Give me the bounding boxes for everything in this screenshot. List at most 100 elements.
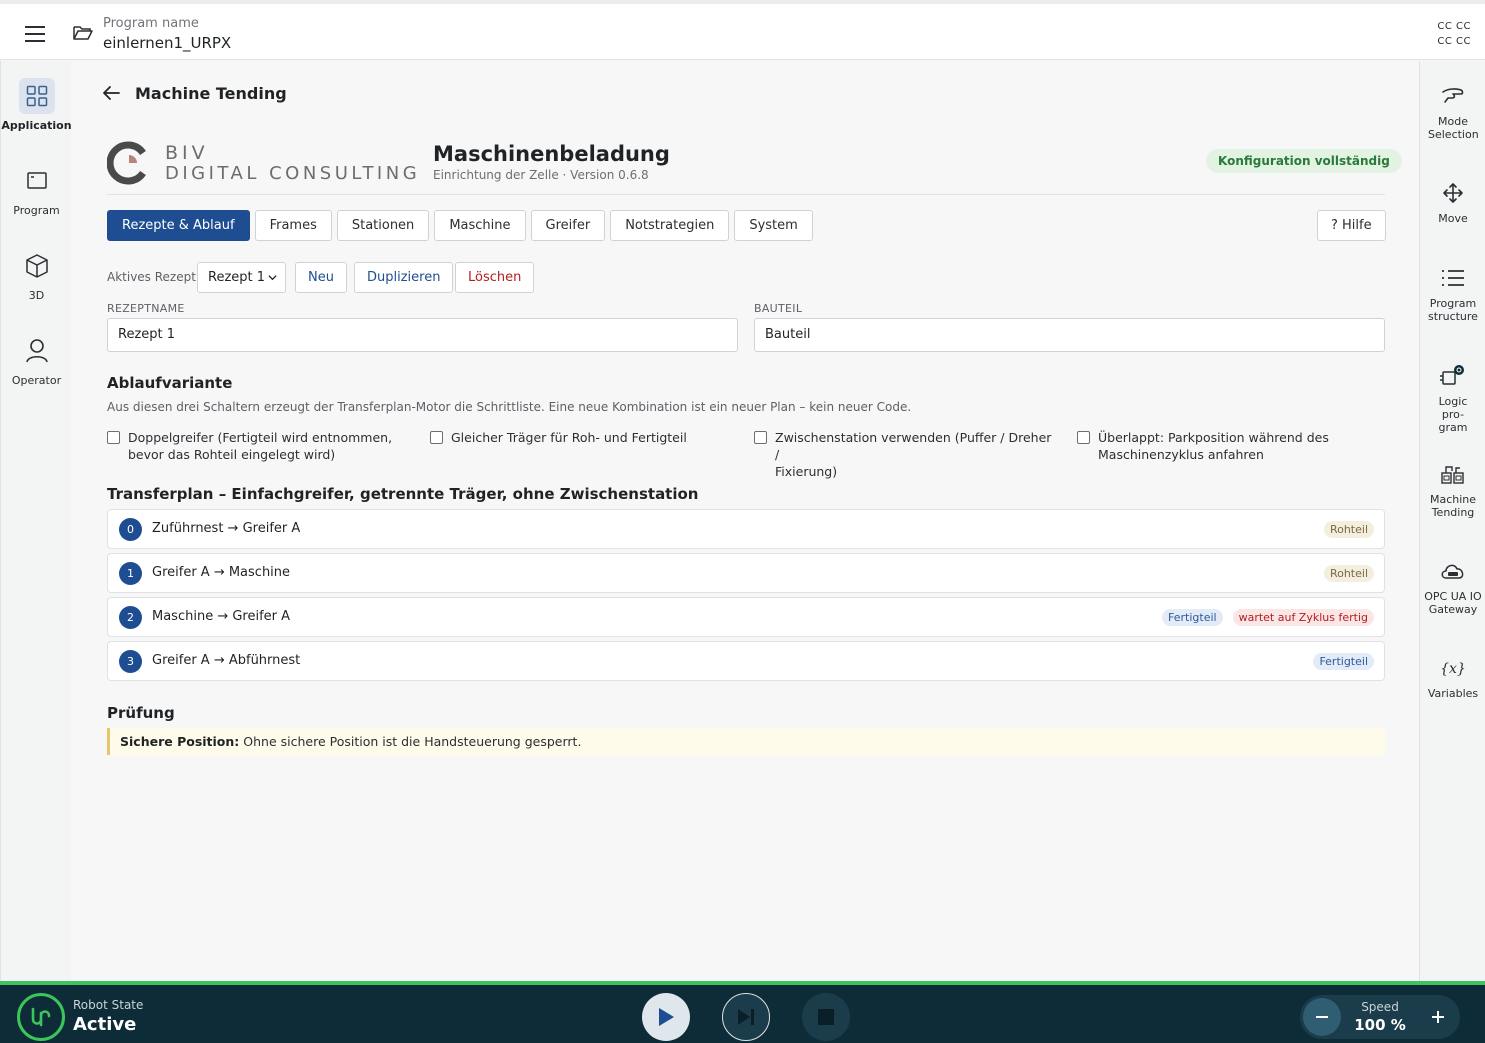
app-title: Maschinenbeladung [433,142,670,166]
recipe-select-value: Rezept 1 [208,270,266,285]
list-icon [1438,263,1468,293]
speed-increase-button[interactable] [1419,998,1457,1036]
checkbox-label: Gleicher Träger für Roh- und Fertigteil [451,430,687,445]
robot-state-label: Robot State [73,998,144,1012]
speed-control: Speed 100 % [1300,995,1460,1039]
nav-application[interactable]: Application [1,78,72,132]
nav-program[interactable]: Program [1,163,72,217]
machine-icon [1438,459,1468,489]
chevron-down-icon [268,275,277,281]
nav-3d[interactable]: 3D [1,248,72,302]
nav-variables[interactable]: {x} Variables [1420,653,1485,700]
new-recipe-button[interactable]: Neu [295,262,347,293]
nav-label: 3D [28,289,45,302]
tab-system[interactable]: System [734,210,813,241]
stop-icon [818,1009,834,1025]
step-number: 0 [119,518,142,541]
recipe-name-input[interactable]: Rezept 1 [107,318,738,352]
back-arrow-icon[interactable] [101,84,121,102]
top-bar: Program name einlernen1_URPX CC CC CC CC [0,0,1485,60]
tab-frames[interactable]: Frames [254,210,332,241]
step-text: Greifer A → Maschine [152,565,291,580]
plan-step: 3 Greifer A → Abführnest Fertigteil [107,641,1385,681]
move-icon [1438,178,1468,208]
checkbox-label: Überlappt: Parkposition während des Masch… [1098,430,1329,462]
nav-label: Mode Selection [1428,115,1479,141]
plan-step: 2 Maschine → Greifer A Fertigteil wartet… [107,597,1385,637]
nav-program-structure[interactable]: Program structure [1420,263,1485,323]
nav-logic-program[interactable]: Logic pro- gram [1420,361,1485,434]
checkbox[interactable] [754,431,767,444]
tag-wait-cycle: wartet auf Zyklus fertig [1232,609,1374,626]
note-text: Ohne sichere Position ist die Handsteuer… [239,734,582,749]
checkbox[interactable] [430,431,443,444]
tab-stationen[interactable]: Stationen [336,210,430,241]
plus-icon [1432,1011,1444,1023]
divider [107,194,1385,195]
stop-button[interactable] [802,993,850,1041]
nav-mode-selection[interactable]: Mode Selection [1420,81,1485,141]
check-note: Sichere Position: Ohne sichere Position … [107,728,1385,755]
corner-status: CC CC CC CC [1437,21,1471,47]
nav-label: Move [1438,212,1468,225]
recipe-select[interactable]: Rezept 1 [197,262,286,293]
menu-icon[interactable] [25,26,45,42]
nav-operator[interactable]: Operator [1,333,72,387]
bottom-bar: Robot State Active Speed 100 % [0,985,1485,1043]
play-button[interactable] [642,993,690,1041]
nav-opc-ua-gateway[interactable]: OPC UA IO Gateway [1420,556,1485,616]
window-icon [19,163,55,199]
check-title: Prüfung [107,704,175,722]
logic-icon [1438,361,1468,391]
nav-move[interactable]: Move [1420,178,1485,225]
hand-icon [1438,81,1468,111]
ur-logo-icon [17,993,65,1041]
checkbox[interactable] [1077,431,1090,444]
play-icon [659,1008,674,1026]
part-input[interactable]: Bauteil [754,318,1385,352]
step-button[interactable] [722,993,770,1041]
help-button[interactable]: ? Hilfe [1317,210,1386,241]
tab-bar: Rezepte & Ablauf Frames Stationen Maschi… [107,210,813,241]
program-name[interactable]: einlernen1_URPX [103,34,231,52]
delete-recipe-button[interactable]: Löschen [455,262,535,293]
checkbox[interactable] [107,431,120,444]
recipe-name-label: REZEPTNAME [107,302,185,315]
variables-icon: {x} [1438,653,1468,683]
checkbox-label: Zwischenstation verwenden (Puffer / Dreh… [775,430,1052,479]
grid-icon [18,78,55,114]
option-same-carrier[interactable]: Gleicher Träger für Roh- und Fertigteil [430,429,730,446]
main-panel: Machine Tending BIV DIGITAL CONSULTING M… [71,61,1419,981]
option-intermediate-station[interactable]: Zwischenstation verwenden (Puffer / Dreh… [754,429,1054,480]
active-recipe-label: Aktives Rezept [107,270,196,284]
biv-logo-mark-icon [106,141,146,185]
step-text: Maschine → Greifer A [152,609,291,624]
tab-rezepte-ablauf[interactable]: Rezepte & Ablauf [107,210,250,241]
plan-step: 0 Zuführnest → Greifer A Rohteil [107,509,1385,549]
variant-description: Aus diesen drei Schaltern erzeugt der Tr… [107,400,912,414]
tab-notstrategien[interactable]: Notstrategien [610,210,730,241]
nav-label: Program [13,204,60,217]
nav-label: Variables [1427,687,1479,700]
nav-label: Logic pro- gram [1438,395,1468,434]
nav-label: OPC UA IO Gateway [1424,590,1482,616]
step-number: 2 [119,606,142,629]
tab-maschine[interactable]: Maschine [434,210,526,241]
nav-label: Operator [11,374,62,387]
nav-label: Program structure [1428,297,1478,323]
step-text: Zuführnest → Greifer A [152,521,301,536]
plan-step: 1 Greifer A → Maschine Rohteil [107,553,1385,593]
checkbox-label: Doppelgreifer (Fertigteil wird entnommen… [128,430,393,462]
status-badge: Konfiguration vollständig [1206,149,1402,173]
tab-greifer[interactable]: Greifer [530,210,606,241]
nav-machine-tending[interactable]: Machine Tending [1420,459,1485,519]
step-forward-icon [738,1009,754,1025]
biv-logo: BIV DIGITAL CONSULTING [106,141,427,186]
option-double-gripper[interactable]: Doppelgreifer (Fertigteil wird entnommen… [107,429,407,463]
nav-label: Application [1,119,72,132]
tag-rohteil: Rohteil [1323,521,1374,538]
option-overlap[interactable]: Überlappt: Parkposition während des Masch… [1077,429,1377,463]
step-number: 3 [119,650,142,673]
program-name-label: Program name [103,16,199,31]
duplicate-recipe-button[interactable]: Duplizieren [354,262,454,293]
